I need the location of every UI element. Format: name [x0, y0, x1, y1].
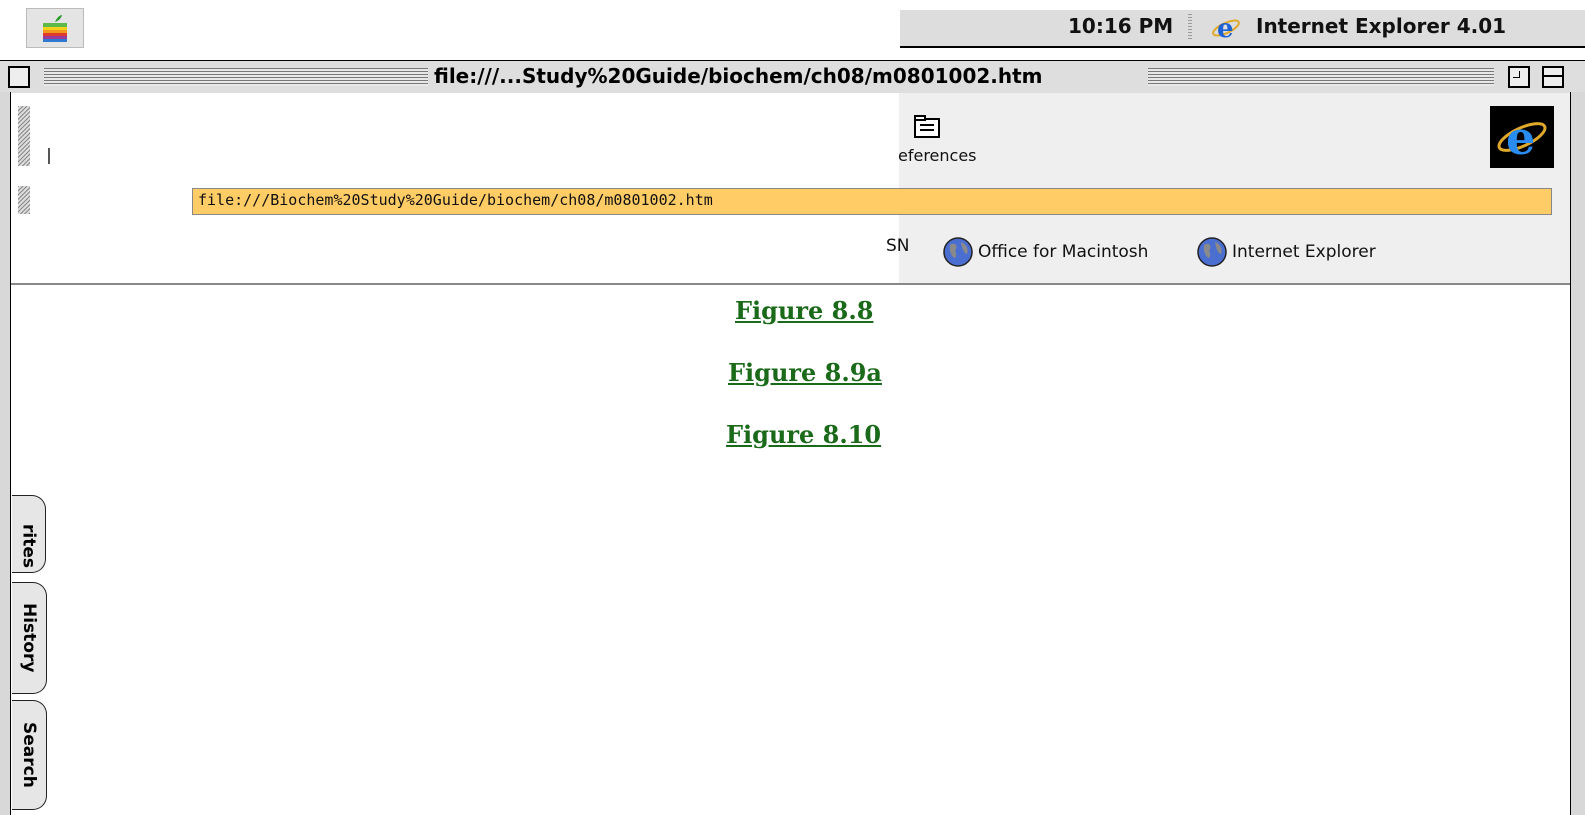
preferences-button-label[interactable]: eferences — [898, 146, 977, 165]
favorite-label: Office for Macintosh — [978, 242, 1149, 262]
tab-label: History — [19, 603, 39, 673]
favorite-button-internet-explorer[interactable]: Internet Explorer — [1196, 236, 1376, 268]
favorite-label: Internet Explorer — [1232, 242, 1376, 262]
window-title: file:///...Study%20Guide/biochem/ch08/m0… — [434, 64, 1043, 88]
title-bar-stripes-right — [1148, 68, 1494, 86]
window-frame-right — [1570, 92, 1585, 815]
preferences-icon[interactable] — [912, 114, 942, 142]
toolbar-marker — [48, 148, 50, 164]
tab-search[interactable]: Search — [12, 700, 47, 810]
svg-text:e: e — [1506, 111, 1535, 164]
menu-separator — [1188, 14, 1192, 40]
globe-icon — [943, 237, 973, 267]
menu-clock[interactable]: 10:16 PM — [1068, 14, 1173, 38]
address-input-value[interactable]: file:///Biochem%20Study%20Guide/biochem/… — [198, 191, 713, 209]
globe-icon — [1197, 237, 1227, 267]
toolbar-grip[interactable] — [18, 106, 30, 166]
address-bar-grip[interactable] — [18, 186, 30, 214]
window-frame-left — [0, 92, 11, 815]
tab-label: rites — [18, 524, 39, 568]
apple-menu-icon[interactable] — [26, 8, 84, 48]
figure-link-8-9a[interactable]: Figure 8.9a — [728, 358, 882, 387]
title-bar-stripes-left — [44, 68, 428, 86]
favorite-button-msn[interactable]: SN — [886, 236, 910, 256]
tab-history[interactable]: History — [12, 582, 47, 694]
ie-logo-icon[interactable]: e — [1490, 106, 1554, 168]
internet-explorer-icon[interactable]: e — [1210, 13, 1242, 44]
tab-label: Search — [19, 722, 39, 788]
tab-favorites[interactable]: rites — [12, 495, 46, 573]
collapse-box[interactable] — [1542, 66, 1564, 88]
zoom-box[interactable] — [1508, 66, 1530, 88]
application-menu-label[interactable]: Internet Explorer 4.01 — [1256, 14, 1506, 38]
figure-link-8-8[interactable]: Figure 8.8 — [735, 296, 873, 325]
close-box[interactable] — [8, 66, 30, 88]
favorite-label: SN — [886, 236, 910, 256]
svg-text:e: e — [1217, 14, 1234, 41]
favorite-button-office[interactable]: Office for Macintosh — [942, 236, 1148, 268]
figure-link-8-10[interactable]: Figure 8.10 — [726, 420, 881, 449]
